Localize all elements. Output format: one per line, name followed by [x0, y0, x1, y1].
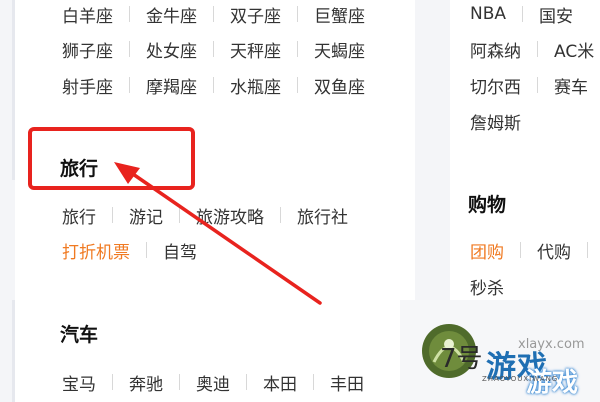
watermark-number: 7号: [440, 344, 483, 374]
watermark-pinyin: ZHAOYOUXIWANG: [482, 375, 559, 383]
watermark-site: xlayx.com: [518, 337, 585, 352]
watermark: 7号 游戏 xlayx.com 游戏 ZHAOYOUXIWANG: [400, 300, 600, 402]
